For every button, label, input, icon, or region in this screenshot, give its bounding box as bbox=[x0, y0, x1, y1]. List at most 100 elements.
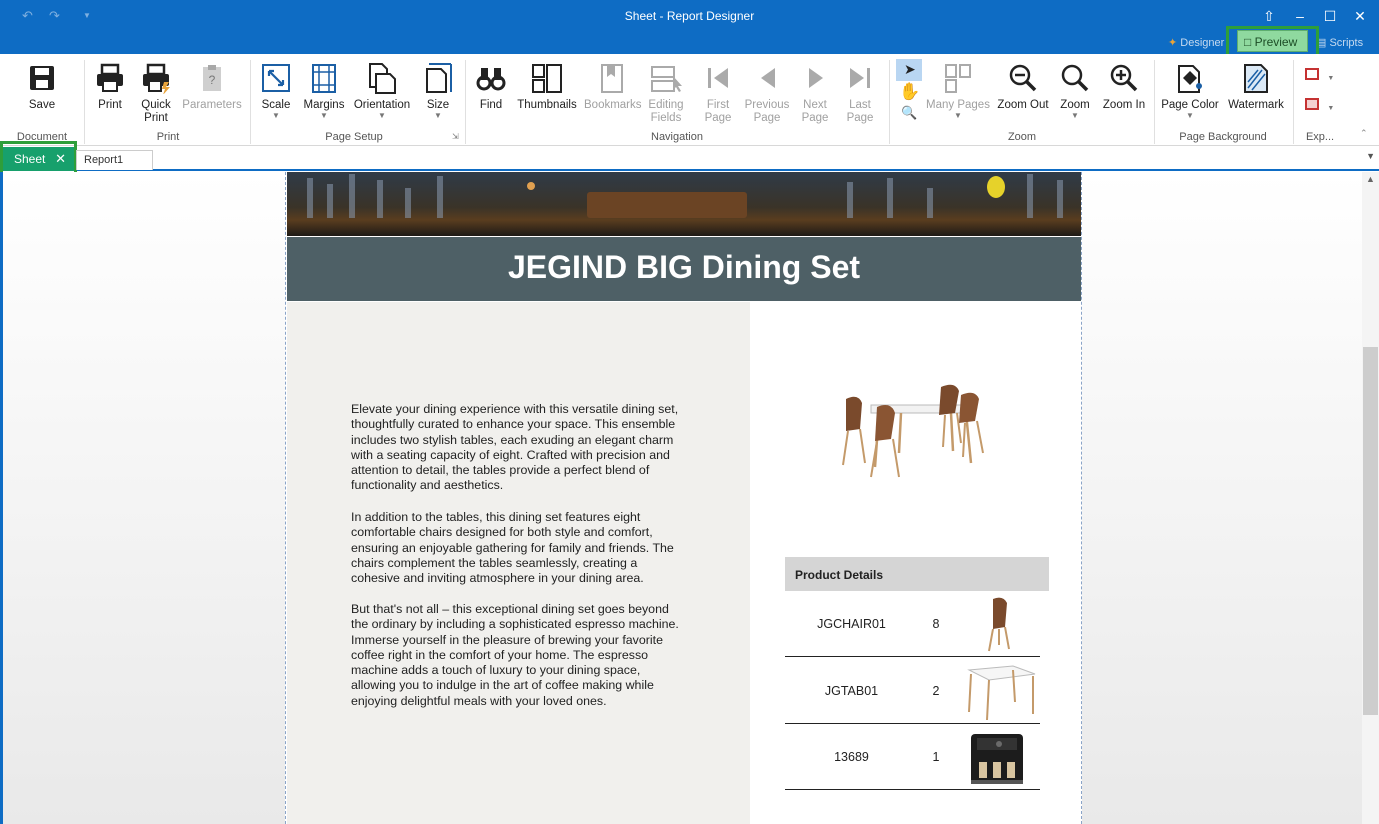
pointer-tool-button[interactable]: ➤ bbox=[896, 59, 922, 81]
chevron-down-icon: ▼ bbox=[1327, 75, 1335, 82]
group-navigation-label: Navigation bbox=[651, 131, 703, 143]
group-zoom-label: Zoom bbox=[1007, 131, 1037, 143]
chair-image bbox=[988, 597, 1010, 652]
margins-label: Margins bbox=[303, 99, 345, 111]
bookmarks-label: Bookmarks bbox=[584, 99, 642, 111]
save-label: Save bbox=[28, 99, 56, 111]
export-button[interactable]: ▼ bbox=[1305, 68, 1334, 83]
many-pages-icon bbox=[945, 64, 971, 93]
many-pages-label: Many Pages bbox=[926, 99, 990, 111]
save-button[interactable]: Save bbox=[22, 58, 62, 112]
editing-fields-label-1: Editing bbox=[648, 99, 684, 111]
size-label: Size bbox=[426, 99, 450, 111]
chevron-down-icon: ▼ bbox=[954, 111, 962, 120]
description-paragraph-3: But that's not all – this exceptional di… bbox=[351, 602, 679, 708]
next-page-label-2: Page bbox=[801, 112, 829, 124]
orientation-button[interactable]: Orientation ▼ bbox=[353, 58, 411, 120]
binoculars-icon bbox=[476, 68, 506, 91]
watermark-icon bbox=[1244, 64, 1268, 93]
last-page-label-2: Page bbox=[846, 112, 874, 124]
dining-set-image bbox=[842, 384, 984, 478]
description-paragraph-2: In addition to the tables, this dining s… bbox=[351, 510, 674, 586]
scroll-up-icon[interactable]: ▲ bbox=[1366, 174, 1375, 184]
page-setup-dialog-launcher-icon[interactable]: ⇲ bbox=[452, 132, 459, 141]
scale-button[interactable]: Scale ▼ bbox=[258, 58, 294, 120]
parameters-label: Parameters bbox=[182, 99, 242, 111]
window-title: Sheet - Report Designer bbox=[624, 9, 755, 23]
zoom-out-button[interactable]: Zoom Out bbox=[997, 58, 1049, 112]
espresso-machine-image bbox=[971, 734, 1023, 784]
previous-page-icon bbox=[761, 68, 775, 88]
find-label: Find bbox=[479, 99, 503, 111]
table-row: 13689 1 bbox=[785, 724, 1040, 790]
margins-button[interactable]: Margins ▼ bbox=[302, 58, 346, 120]
print-label: Print bbox=[98, 99, 122, 111]
quick-print-label-2: Print bbox=[144, 112, 168, 124]
product-qty: 2 bbox=[932, 684, 940, 698]
group-page-background-label: Page Background bbox=[1179, 131, 1267, 143]
chevron-down-icon: ▼ bbox=[1327, 105, 1335, 112]
size-button[interactable]: Size ▼ bbox=[422, 58, 454, 120]
scrollbar-thumb[interactable] bbox=[1363, 347, 1378, 715]
ribbon-tab-strip: ✦ Designer ▤ Scripts bbox=[0, 32, 1379, 54]
product-code: 13689 bbox=[834, 750, 869, 764]
tab-report1-label: Report1 bbox=[84, 154, 124, 166]
vertical-scrollbar[interactable]: ▲ bbox=[1362, 172, 1379, 824]
magnifier-tool-icon[interactable]: 🔍 bbox=[901, 105, 917, 121]
zoom-icon bbox=[1061, 64, 1089, 92]
chevron-down-icon: ▼ bbox=[378, 111, 386, 120]
thumbnails-label: Thumbnails bbox=[517, 99, 577, 111]
close-button[interactable]: ✕ bbox=[1348, 6, 1372, 26]
parameters-button[interactable]: ? Parameters bbox=[182, 58, 242, 112]
scale-label: Scale bbox=[261, 99, 291, 111]
group-export-label: Exp... bbox=[1305, 131, 1335, 143]
previous-page-button[interactable]: Previous Page bbox=[744, 58, 790, 125]
next-page-label-1: Next bbox=[803, 99, 827, 111]
tab-list-dropdown-icon[interactable]: ▼ bbox=[1366, 151, 1375, 161]
printer-icon bbox=[97, 63, 123, 92]
tab-report1[interactable]: Report1 bbox=[76, 150, 153, 170]
page-color-icon bbox=[1178, 65, 1202, 93]
quick-print-button[interactable]: Quick Print bbox=[135, 58, 177, 125]
hand-tool-icon[interactable]: ✋ bbox=[899, 82, 920, 102]
restore-ribbon-icon[interactable]: ⇧ bbox=[1257, 6, 1281, 26]
banner-image bbox=[287, 172, 1081, 236]
print-button[interactable]: Print bbox=[92, 58, 128, 112]
zoom-label: Zoom bbox=[1060, 99, 1090, 111]
zoom-out-icon bbox=[1009, 64, 1037, 92]
title-bar: ↶ ↷ ▼ Sheet - Report Designer ⇧ – ☐ ✕ bbox=[0, 0, 1379, 32]
next-page-button[interactable]: Next Page bbox=[798, 58, 832, 125]
table-image bbox=[967, 665, 1036, 720]
editing-fields-button[interactable]: Editing Fields bbox=[646, 58, 686, 125]
page-color-button[interactable]: Page Color ▼ bbox=[1161, 58, 1219, 120]
product-code: JGCHAIR01 bbox=[817, 617, 886, 631]
bookmarks-button[interactable]: Bookmarks bbox=[584, 58, 642, 112]
tab-scripts-label: Scripts bbox=[1329, 37, 1364, 49]
minimize-button[interactable]: – bbox=[1288, 6, 1312, 26]
zoom-button[interactable]: Zoom ▼ bbox=[1058, 58, 1092, 120]
bookmark-icon bbox=[601, 64, 623, 93]
margins-icon bbox=[312, 64, 336, 93]
first-page-button[interactable]: First Page bbox=[700, 58, 736, 125]
tab-scripts[interactable]: ▤ Scripts bbox=[1316, 36, 1363, 49]
watermark-button[interactable]: Watermark bbox=[1226, 58, 1286, 112]
product-code: JGTAB01 bbox=[824, 684, 879, 698]
send-file-button[interactable]: ▼ bbox=[1305, 98, 1334, 113]
first-page-icon bbox=[708, 68, 728, 88]
collapse-ribbon-icon[interactable]: ⌃ bbox=[1360, 128, 1368, 139]
many-pages-button[interactable]: Many Pages ▼ bbox=[926, 58, 990, 120]
product-qty: 1 bbox=[932, 750, 940, 764]
report-title-band: JEGIND BIG Dining Set bbox=[287, 237, 1081, 301]
thumbnails-button[interactable]: Thumbnails bbox=[517, 58, 577, 112]
zoom-in-button[interactable]: Zoom In bbox=[1101, 58, 1147, 112]
find-button[interactable]: Find bbox=[474, 58, 508, 112]
svg-text:?: ? bbox=[209, 73, 216, 87]
maximize-button[interactable]: ☐ bbox=[1318, 6, 1342, 26]
next-page-icon bbox=[809, 68, 823, 88]
last-page-button[interactable]: Last Page bbox=[843, 58, 877, 125]
tab-designer[interactable]: ✦ Designer bbox=[1168, 36, 1224, 49]
watermark-label: Watermark bbox=[1228, 99, 1284, 111]
cursor-arrow-icon: ➤ bbox=[904, 61, 916, 77]
last-page-label-1: Last bbox=[849, 99, 871, 111]
orientation-label: Orientation bbox=[353, 99, 411, 111]
